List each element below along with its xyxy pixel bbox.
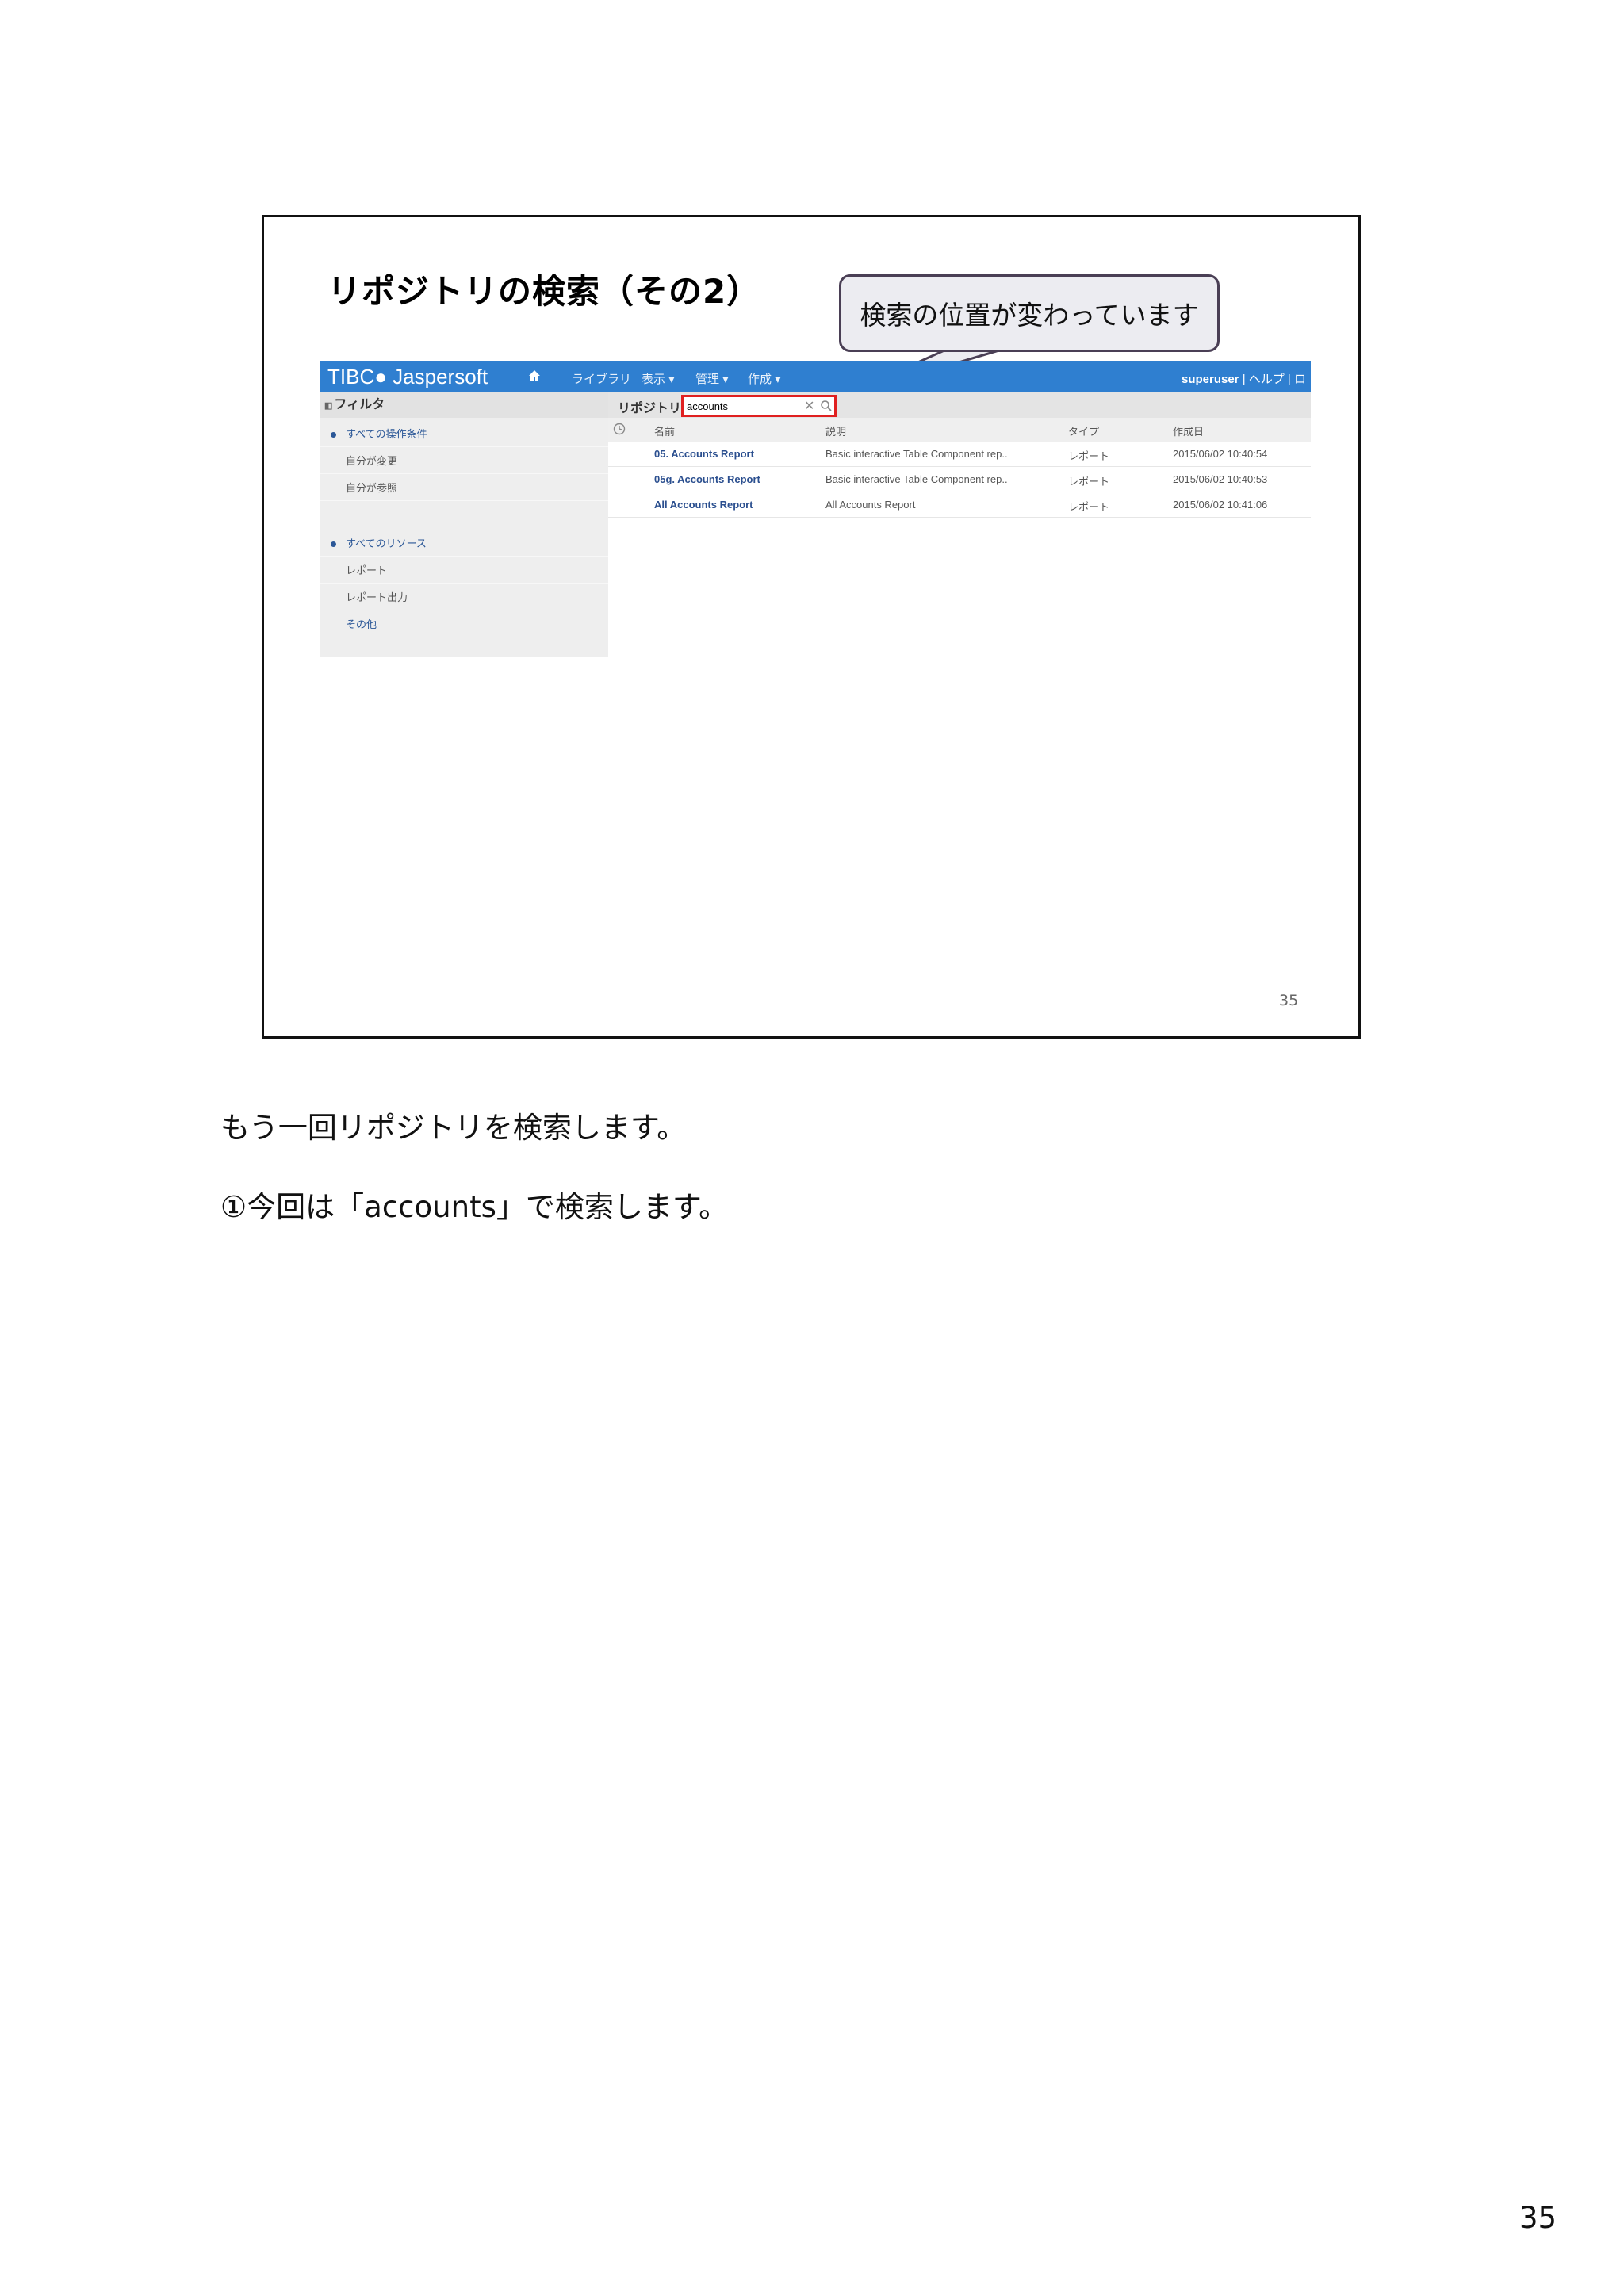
row-name[interactable]: 05. Accounts Report — [654, 448, 754, 460]
search-bar: リポジトリ accounts ✕ — [608, 392, 1311, 418]
row-name[interactable]: 05g. Accounts Report — [654, 473, 760, 485]
bullet-icon — [331, 432, 336, 438]
divider — [320, 583, 608, 584]
top-navbar: TIBC● Jaspersoft ライブラリ 表示 ▾ 管理 ▾ 作成 ▾ su… — [320, 361, 1311, 392]
row-type: レポート — [1068, 450, 1110, 462]
table-header: 名前 説明 タイプ 作成日 — [608, 418, 1311, 442]
note-line-2: ①今回は「accounts」で検索します。 — [220, 1190, 729, 1224]
slide-page-number: 35 — [1279, 992, 1299, 1009]
home-icon[interactable] — [527, 369, 542, 383]
search-input[interactable]: accounts ✕ — [681, 395, 837, 417]
search-icon[interactable] — [820, 400, 833, 412]
jaspersoft-screenshot: TIBC● Jaspersoft ライブラリ 表示 ▾ 管理 ▾ 作成 ▾ su… — [320, 361, 1311, 657]
filter-all-conditions-label: すべての操作条件 — [346, 428, 427, 440]
nav-create[interactable]: 作成 ▾ — [748, 370, 781, 387]
filter-reports[interactable]: レポート — [346, 562, 387, 577]
collapse-icon[interactable]: ◧ — [324, 401, 332, 411]
divider — [320, 500, 608, 501]
filter-sidebar: ◧ フィルタ すべての操作条件 自分が変更 自分が参照 すべてのリソース レポート… — [320, 392, 608, 657]
nav-view[interactable]: 表示 ▾ — [642, 370, 675, 387]
filter-all-resources-label: すべてのリソース — [346, 538, 427, 549]
filter-report-outputs[interactable]: レポート出力 — [346, 589, 408, 604]
divider — [320, 556, 608, 557]
app-logo: TIBC● Jaspersoft — [327, 365, 488, 388]
clear-icon[interactable]: ✕ — [804, 398, 814, 414]
repository-panel: リポジトリ accounts ✕ 名前 説明 タイプ 作成日 05. Accou… — [608, 392, 1311, 657]
filter-viewed-by-me[interactable]: 自分が参照 — [346, 480, 397, 495]
note-line-1: もう一回リポジトリを検索します。 — [220, 1111, 687, 1145]
sidebar-header: ◧ フィルタ — [320, 392, 608, 418]
bullet-icon — [331, 541, 336, 548]
user-links[interactable]: | ヘルプ | ロ — [1243, 373, 1306, 386]
row-type: レポート — [1068, 476, 1110, 488]
row-type: レポート — [1068, 501, 1110, 513]
row-description: All Accounts Report — [825, 499, 916, 511]
table-row[interactable]: 05g. Accounts Report Basic interactive T… — [608, 467, 1311, 492]
divider — [320, 446, 608, 447]
divider — [320, 473, 608, 474]
row-date: 2015/06/02 10:41:06 — [1173, 499, 1268, 511]
filter-modified-by-me[interactable]: 自分が変更 — [346, 453, 397, 468]
table-row[interactable]: All Accounts Report All Accounts Report … — [608, 492, 1311, 518]
row-description: Basic interactive Table Component rep.. — [825, 473, 1008, 485]
nav-library[interactable]: ライブラリ — [572, 370, 631, 387]
row-date: 2015/06/02 10:40:54 — [1173, 448, 1268, 460]
sidebar-header-label: フィルタ — [334, 398, 385, 411]
callout-note: 検索の位置が変わっています — [839, 274, 1220, 352]
row-description: Basic interactive Table Component rep.. — [825, 448, 1008, 460]
nav-manage[interactable]: 管理 ▾ — [695, 370, 729, 387]
slide-frame: リポジトリの検索（その2） 検索の位置が変わっています ① TIBC● Jasp… — [262, 215, 1361, 1039]
repository-label: リポジトリ — [618, 402, 682, 415]
table-row[interactable]: 05. Accounts Report Basic interactive Ta… — [608, 442, 1311, 467]
user-name[interactable]: superuser — [1182, 373, 1239, 386]
user-area: superuser | ヘルプ | ロ — [1182, 370, 1306, 387]
filter-other[interactable]: その他 — [346, 616, 377, 631]
col-created[interactable]: 作成日 — [1173, 423, 1204, 438]
clock-icon[interactable] — [613, 423, 626, 435]
search-input-value: accounts — [687, 400, 729, 412]
col-description[interactable]: 説明 — [825, 423, 846, 438]
callout-text: 検索の位置が変わっています — [860, 300, 1199, 331]
filter-all-resources[interactable]: すべてのリソース — [331, 535, 427, 550]
row-date: 2015/06/02 10:40:53 — [1173, 473, 1268, 485]
col-type[interactable]: タイプ — [1068, 423, 1099, 438]
col-name[interactable]: 名前 — [654, 423, 675, 438]
page-number: 35 — [1519, 2201, 1557, 2235]
filter-all-conditions[interactable]: すべての操作条件 — [331, 426, 427, 441]
slide-title: リポジトリの検索（その2） — [327, 272, 761, 311]
row-name[interactable]: All Accounts Report — [654, 499, 753, 511]
